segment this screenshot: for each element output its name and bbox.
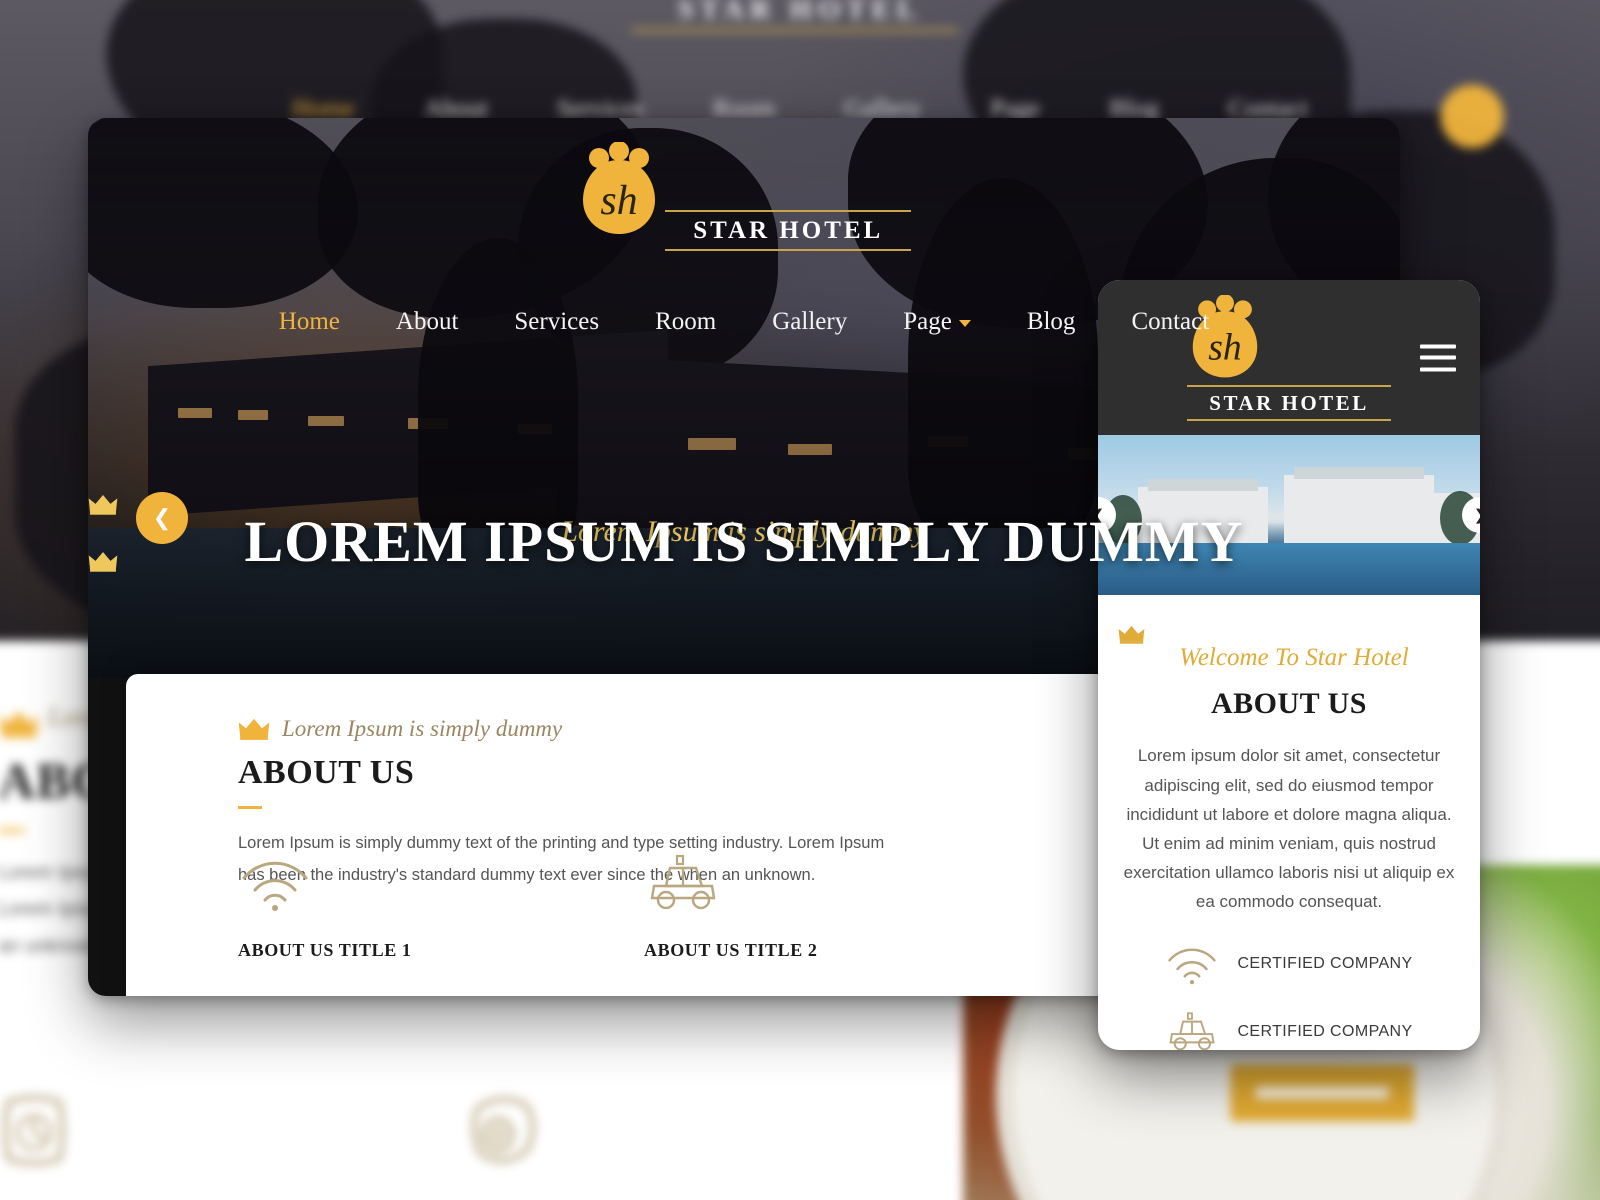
background-learn-more-button (1230, 1064, 1415, 1122)
crown-icon (1118, 625, 1460, 644)
mobile-preview-card: sh STAR HOTEL ❮ ❯ Welcome To Star Ho (1098, 280, 1480, 1050)
mobile-feature-0: CERTIFIED COMPANY (1118, 943, 1460, 985)
nav-item-room[interactable]: Room (627, 308, 744, 336)
site-logo[interactable]: sh STAR HOTEL (88, 142, 1400, 251)
about-feature-1: ABOUT US TITLE 2 (644, 854, 818, 961)
crown-monogram-icon: sh (577, 142, 661, 238)
about-feature-0: ABOUT US TITLE 1 (238, 856, 412, 961)
crown-icon (0, 710, 38, 738)
taxi-icon (644, 854, 814, 910)
nav-item-page-label: Page (903, 308, 952, 335)
svg-text:sh: sh (600, 178, 637, 224)
mobile-feature-title-1: CERTIFIED COMPANY (1237, 1022, 1413, 1040)
nav-item-gallery[interactable]: Gallery (744, 308, 875, 336)
mobile-feature-1: CERTIFIED COMPANY (1118, 1011, 1460, 1050)
chevron-down-icon (958, 319, 971, 327)
mobile-about-section: Welcome To Star Hotel ABOUT US Lorem ips… (1098, 595, 1480, 1050)
about-feature-title-1: ABOUT US TITLE 2 (644, 940, 818, 960)
nav-item-contact[interactable]: Contact (1103, 308, 1237, 336)
hero-title: LOREM IPSUM IS SIMPLY DUMMY (244, 509, 1244, 574)
background-slider-next-button (1440, 84, 1504, 149)
main-navigation[interactable]: Home About Services Room Gallery Page Bl… (88, 308, 1400, 336)
mobile-about-script: Welcome To Star Hotel (1118, 625, 1460, 673)
wifi-icon (238, 856, 408, 911)
about-heading-underline (238, 806, 262, 809)
mobile-about-paragraph: Lorem ipsum dolor sit amet, consectetur … (1123, 746, 1455, 912)
mobile-about-heading: ABOUT US (1211, 687, 1367, 721)
background-brand-name: STAR HOTEL (677, 0, 922, 26)
chevron-right-icon: ❯ (1474, 506, 1480, 524)
mobile-logo-wordmark: STAR HOTEL (1187, 384, 1391, 421)
chevron-left-icon: ❮ (152, 505, 172, 530)
logo-wordmark: STAR HOTEL (665, 210, 912, 251)
nav-item-page[interactable]: Page (875, 308, 999, 336)
nav-item-blog[interactable]: Blog (999, 308, 1104, 336)
about-feature-row: ABOUT US TITLE 1 ABOUT US TITLE 2 (238, 854, 818, 961)
crown-icon (238, 718, 270, 740)
hero-prev-button[interactable]: ❮ (136, 492, 188, 544)
about-feature-title-0: ABOUT US TITLE 1 (238, 940, 412, 960)
background-food-icon (463, 1090, 543, 1172)
background-clock-icon (0, 1090, 70, 1172)
nav-item-home[interactable]: Home (251, 308, 368, 336)
wifi-icon (1165, 943, 1219, 985)
about-script-text: Lorem Ipsum is simply dummy (282, 716, 563, 741)
mobile-header: sh STAR HOTEL (1098, 280, 1480, 435)
mobile-about-script-label: Welcome To Star Hotel (1179, 644, 1409, 671)
taxi-icon (1165, 1011, 1219, 1050)
hamburger-menu-icon[interactable] (1420, 344, 1456, 371)
nav-item-about[interactable]: About (368, 308, 487, 336)
nav-item-services[interactable]: Services (486, 308, 627, 336)
background-about-rule (0, 828, 25, 833)
mobile-feature-title-0: CERTIFIED COMPANY (1237, 954, 1413, 972)
